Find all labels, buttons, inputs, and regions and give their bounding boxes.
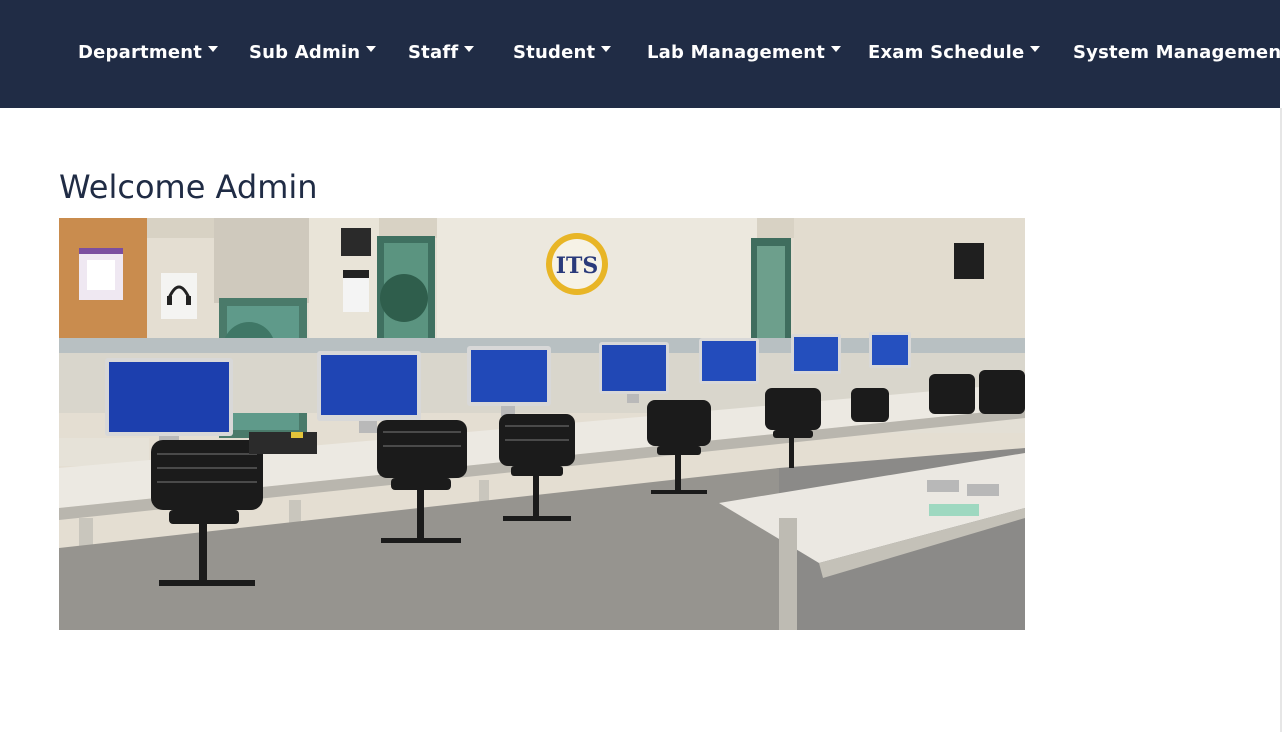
caret-down-icon [464, 46, 475, 52]
caret-down-icon [601, 46, 612, 52]
nav-system-management-label: System Management [1073, 41, 1282, 63]
nav-department-label: Department [78, 41, 203, 63]
nav-staff-label: Staff [408, 41, 459, 63]
computer-lab-photo: ITS [59, 218, 1025, 630]
its-logo-text: ITS [556, 253, 599, 279]
caret-down-icon [208, 46, 219, 52]
nav-staff[interactable]: Staff [408, 40, 475, 64]
page-title: Welcome Admin [59, 168, 318, 206]
caret-down-icon [831, 46, 842, 52]
caret-down-icon [1030, 46, 1041, 52]
nav-student[interactable]: Student [513, 40, 612, 64]
nav-lab-management-label: Lab Management [647, 41, 826, 63]
top-navbar: Department Sub Admin Staff Student Lab M… [0, 0, 1282, 108]
nav-sub-admin[interactable]: Sub Admin [249, 40, 377, 64]
nav-department[interactable]: Department [78, 40, 219, 64]
nav-exam-schedule[interactable]: Exam Schedule [868, 40, 1041, 64]
nav-lab-management[interactable]: Lab Management [647, 40, 842, 64]
nav-system-management[interactable]: System Management [1073, 40, 1282, 64]
nav-exam-schedule-label: Exam Schedule [868, 41, 1025, 63]
nav-student-label: Student [513, 41, 596, 63]
nav-sub-admin-label: Sub Admin [249, 41, 361, 63]
caret-down-icon [366, 46, 377, 52]
